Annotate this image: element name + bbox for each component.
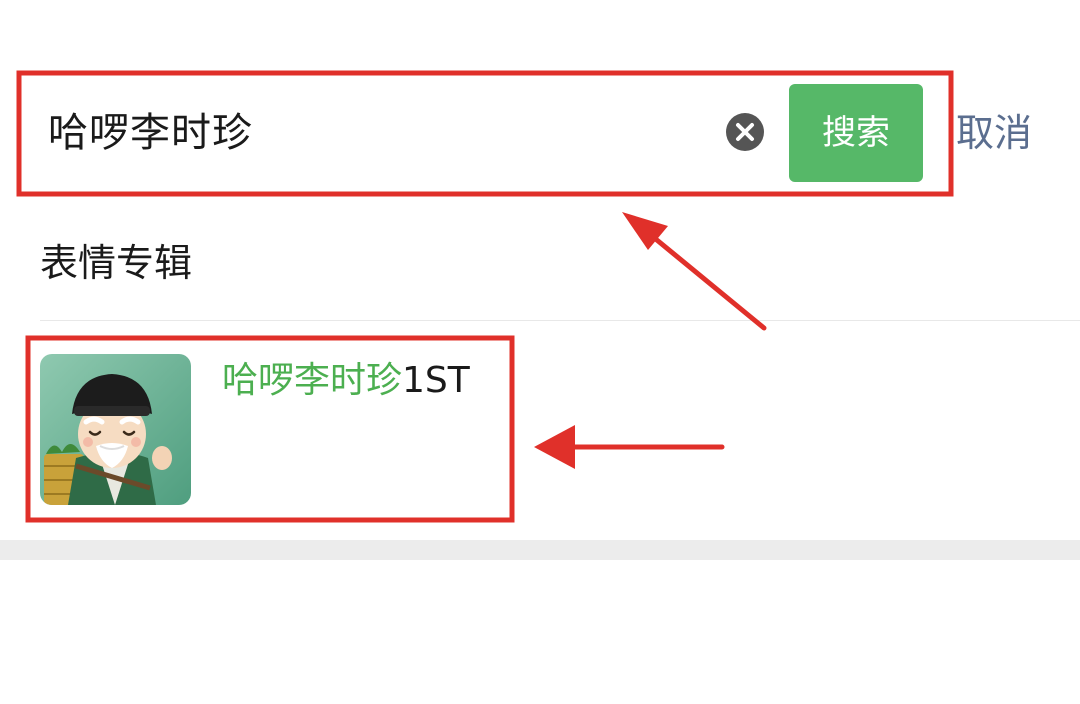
sticker-album-title-highlight: 哈啰李时珍	[222, 360, 403, 401]
section-separator	[0, 540, 1080, 560]
sticker-album-title-suffix: 1ST	[402, 360, 470, 401]
search-button[interactable]: 搜索	[789, 84, 923, 182]
sticker-album-thumbnail	[40, 354, 191, 505]
search-input[interactable]: 哈啰李时珍	[48, 108, 253, 158]
annotation-arrow-up-left	[622, 212, 767, 331]
divider	[40, 320, 1080, 321]
cancel-button[interactable]: 取消	[956, 108, 1032, 158]
sticker-album-title: 哈啰李时珍1ST	[222, 358, 470, 404]
clear-icon[interactable]	[725, 112, 765, 152]
herbalist-character-icon	[40, 354, 191, 505]
sticker-album-result[interactable]: 哈啰李时珍1ST	[28, 338, 1080, 520]
search-bar: 哈啰李时珍 搜索	[26, 80, 924, 184]
section-title-sticker-albums: 表情专辑	[40, 241, 193, 285]
